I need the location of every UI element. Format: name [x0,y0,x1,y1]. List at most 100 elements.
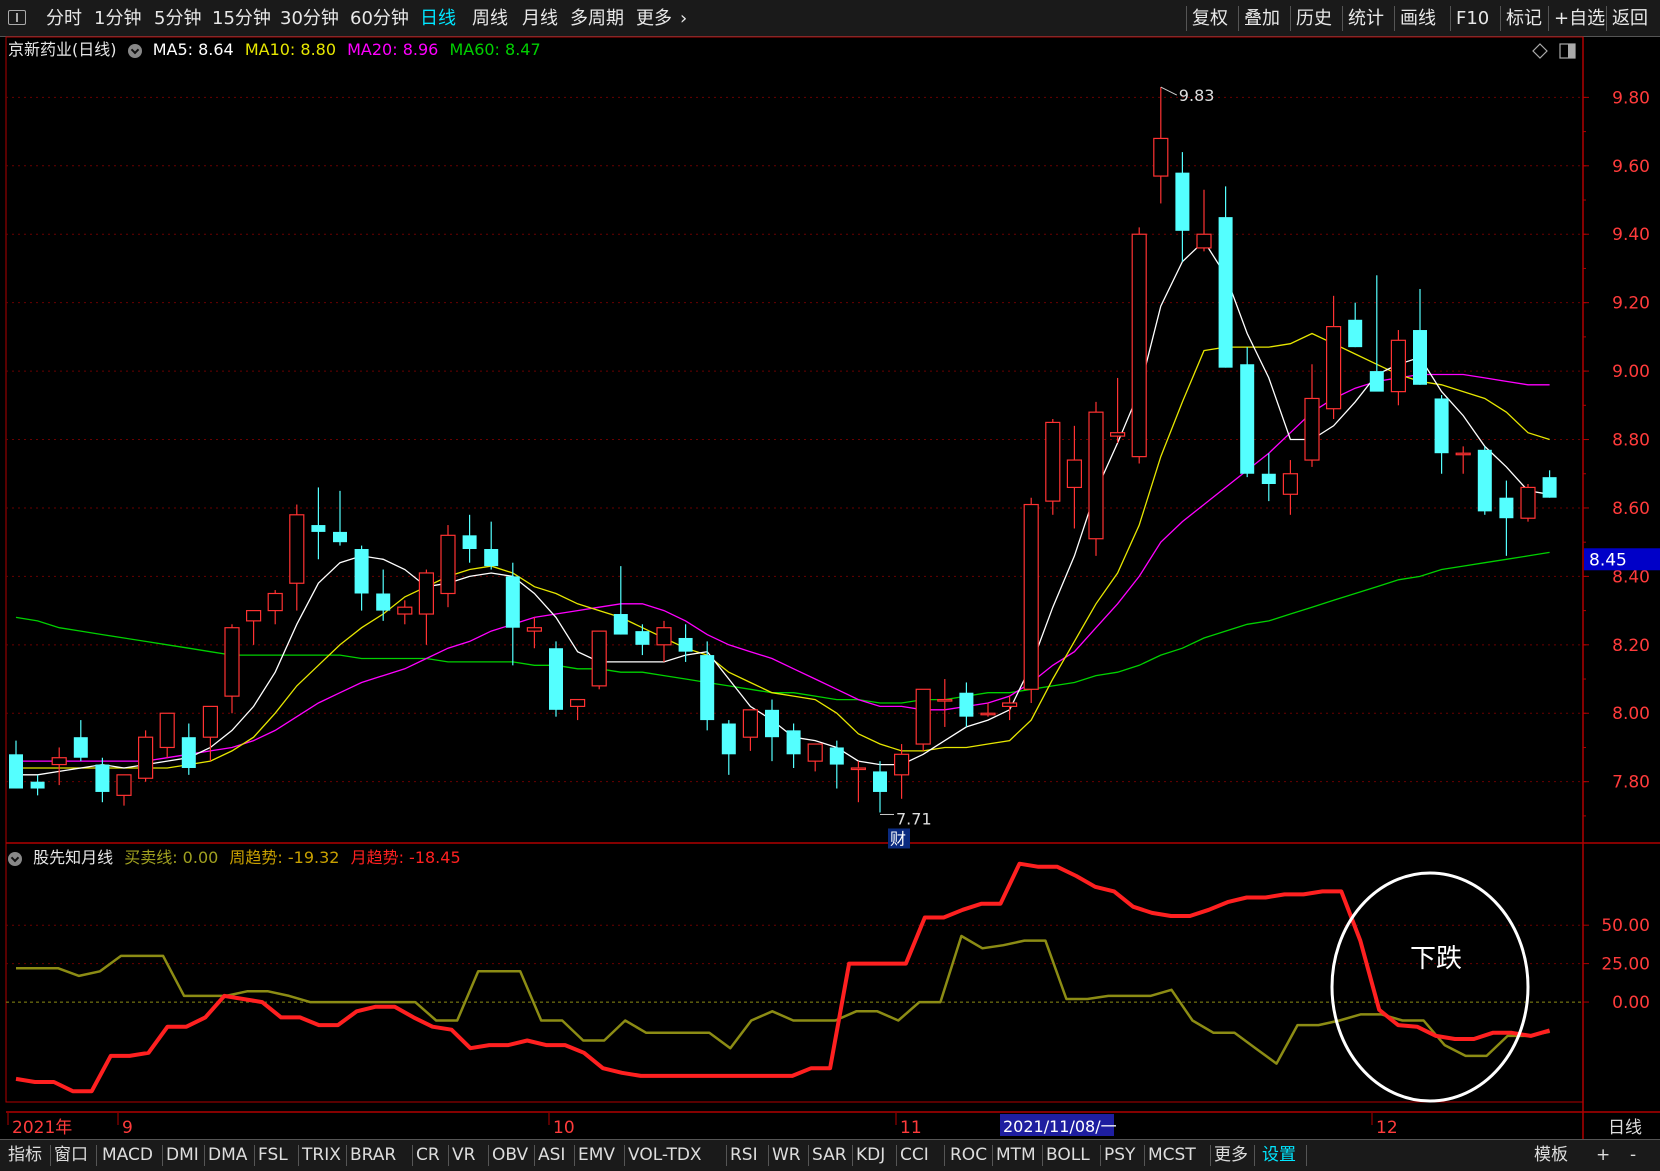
candle-body-down [30,781,45,789]
indicator-tab-12[interactable]: EMV [578,1140,615,1171]
tab-separator [448,1145,449,1166]
candle-body-up [742,709,759,738]
indicator-tab-17[interactable]: KDJ [856,1140,885,1171]
indicator-tab-15[interactable]: WR [772,1140,801,1171]
candle-body-up [440,534,456,595]
candle-body-down [700,655,715,721]
candle [1088,401,1104,556]
candle [721,720,736,775]
candle [526,617,543,649]
candle-body-down [9,754,23,789]
candle-body-down [613,614,628,635]
indicator-tab-5[interactable]: FSL [258,1140,288,1171]
candle [1325,295,1342,419]
price-tick-label: 8.80 [1612,431,1650,451]
indicator-tab-8[interactable]: CR [416,1140,440,1171]
indicator-tick-label: 0.00 [1612,993,1650,1013]
indicator-tab-14[interactable]: RSI [730,1140,758,1171]
indicator-tab-2[interactable]: MACD [102,1140,153,1171]
candle [893,744,910,799]
candle-body-up [1131,233,1147,458]
indicator-tick-label: 50.00 [1601,916,1650,936]
indicator-tab-0[interactable]: 指标 [8,1140,42,1171]
candle [1477,446,1492,515]
candle [959,682,974,727]
candle-body-down [1477,449,1492,512]
tab-separator [574,1145,575,1166]
tab-separator [944,1145,945,1166]
candle [116,774,132,806]
candle-body-up [807,743,823,762]
indicator-tab-9[interactable]: VR [452,1140,475,1171]
stock-chart[interactable]: 9.80 9.60 9.40 9.20 9.00 8.80 8.60 8.40 8.20 8.00… [0,0,1660,1139]
indicator-tab-24[interactable]: 更多 [1214,1140,1248,1171]
tab-separator [1306,1145,1307,1166]
candle [937,679,953,727]
candle-body-up [937,698,953,702]
candle-body-down [765,709,779,738]
indicator-tab-3[interactable]: DMI [166,1140,199,1171]
candle-body-up [915,688,931,745]
candle-body-up [1001,702,1018,708]
indicator-tab-21[interactable]: BOLL [1046,1140,1090,1171]
candle-body-up [526,627,543,632]
bottom-right-btn-1[interactable]: + [1596,1140,1610,1171]
candle-body-up [1325,326,1342,410]
candle [700,641,715,731]
indicator-tab-20[interactable]: MTM [996,1140,1036,1171]
indicator-tab-7[interactable]: BRAR [350,1140,396,1171]
tab-separator [254,1145,255,1166]
period-label: 日线 [1608,1118,1642,1138]
candle [9,740,23,789]
candle-body-up [1455,452,1471,456]
candle-body-up [1390,339,1407,393]
indicator-tab-11[interactable]: ASI [538,1140,565,1171]
candle [202,705,218,762]
tab-separator [346,1145,347,1166]
candle [138,730,154,782]
candle [1499,480,1514,556]
candle [765,699,779,762]
candle-body-up [1304,397,1320,461]
tab-separator [534,1145,535,1166]
candle [1045,418,1061,515]
candle-body-down [354,549,369,594]
indicator-tab-13[interactable]: VOL-TDX [628,1140,702,1171]
candle-body-up [246,610,262,622]
high-marker-line [1160,86,1178,96]
indicator-tab-6[interactable]: TRIX [302,1140,341,1171]
indicator-tab-4[interactable]: DMA [208,1140,247,1171]
tab-separator [162,1145,163,1166]
bottom-right-btn-2[interactable]: - [1630,1140,1636,1171]
tab-separator [1042,1145,1043,1166]
candle [807,743,823,772]
tab-separator [1144,1145,1145,1166]
candle-body-up [418,572,434,615]
bottom-right-btn-0[interactable]: 模板 [1534,1140,1568,1171]
candle [267,590,283,625]
indicator-tab-16[interactable]: SAR [812,1140,847,1171]
indicator-tab-25[interactable]: 设置 [1262,1140,1296,1171]
indicator-tab-10[interactable]: OBV [492,1140,528,1171]
indicator-tab-18[interactable]: CCI [900,1140,929,1171]
candle [1066,425,1083,529]
candle [656,620,672,662]
candle [915,688,931,751]
high-price-label: 9.83 [1179,86,1215,105]
candle-body-down [1218,217,1233,368]
indicator-tab-23[interactable]: MCST [1148,1140,1196,1171]
candle [333,490,347,546]
indicator-tab-19[interactable]: ROC [950,1140,987,1171]
candle-body-up [138,736,154,779]
candle-body-up [289,514,305,584]
candle-body-down [1434,398,1449,454]
candle [1348,302,1363,348]
candle-body-down [1348,319,1363,348]
indicator-tab-1[interactable]: 窗口 [54,1140,88,1171]
price-tick-label: 8.20 [1612,636,1650,656]
current-price-label: 8.45 [1589,550,1627,570]
candle [354,545,369,611]
indicator-tab-22[interactable]: PSY [1104,1140,1135,1171]
candle-body-down [1240,364,1255,474]
candle [289,504,305,611]
